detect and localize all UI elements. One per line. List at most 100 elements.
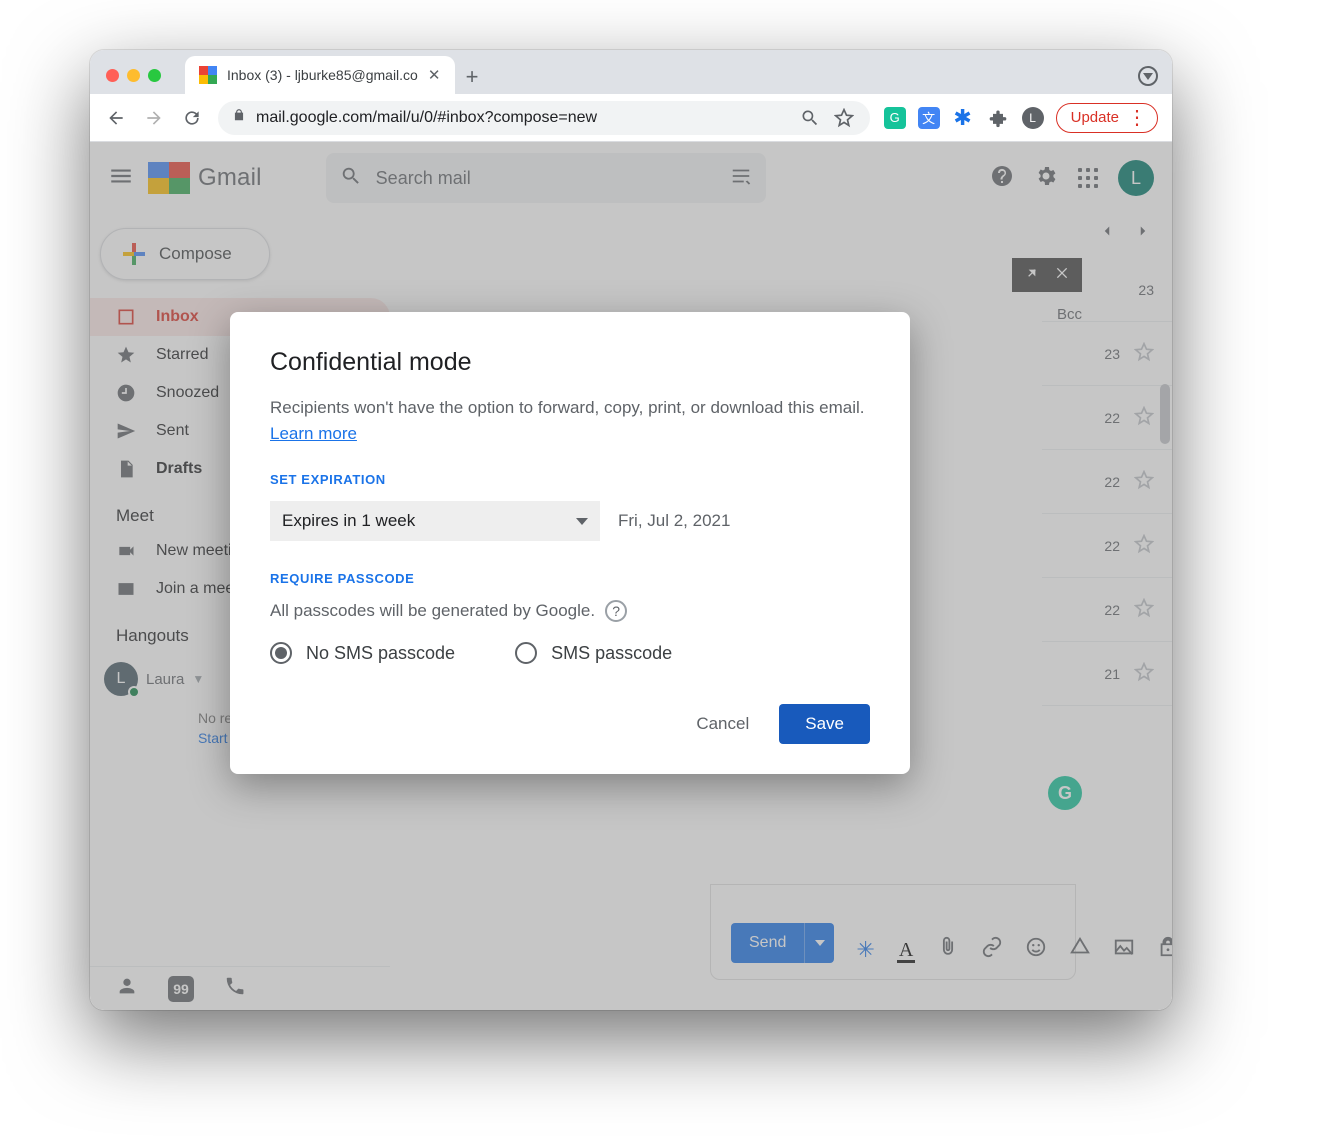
mail-row[interactable]: 22 xyxy=(1042,386,1172,450)
main-menu-button[interactable] xyxy=(108,163,134,194)
radio-label: SMS passcode xyxy=(551,643,672,664)
hangouts-tab-icon[interactable]: 99 xyxy=(168,976,194,1002)
contacts-icon[interactable] xyxy=(116,975,138,1002)
search-options-icon[interactable] xyxy=(730,165,752,192)
sidebar-item-label: Starred xyxy=(156,346,208,364)
gmail-app: Gmail Search mail L Compose In xyxy=(90,142,1172,1010)
mail-rows: 23 23 22 22 22 22 21 xyxy=(1042,258,1172,706)
star-icon[interactable] xyxy=(1134,534,1154,557)
pager xyxy=(1098,222,1152,245)
expiration-value: Expires in 1 week xyxy=(282,511,415,531)
back-button[interactable] xyxy=(104,106,128,130)
close-window-button[interactable] xyxy=(106,69,119,82)
popout-icon[interactable] xyxy=(1024,265,1040,286)
star-icon[interactable] xyxy=(1134,342,1154,365)
sidebar-item-label: Drafts xyxy=(156,460,202,478)
sidebar-item-label: Sent xyxy=(156,422,189,440)
search-bar[interactable]: Search mail xyxy=(326,153,766,203)
gmail-header: Gmail Search mail L xyxy=(90,142,1172,214)
compose-label: Compose xyxy=(159,244,232,264)
mail-row[interactable]: 22 xyxy=(1042,514,1172,578)
image-icon[interactable] xyxy=(1113,936,1135,963)
learn-more-link[interactable]: Learn more xyxy=(270,424,357,443)
cancel-button[interactable]: Cancel xyxy=(692,706,753,742)
forward-button[interactable] xyxy=(142,106,166,130)
star-icon[interactable] xyxy=(1134,662,1154,685)
drive-icon[interactable] xyxy=(1069,936,1091,963)
browser-window: Inbox (3) - ljburke85@gmail.co ✕ + mail.… xyxy=(90,50,1172,1010)
radio-dot-icon xyxy=(515,642,537,664)
passcode-section-label: REQUIRE PASSCODE xyxy=(270,571,870,586)
scrollbar-thumb[interactable] xyxy=(1160,384,1170,444)
send-label: Send xyxy=(731,934,804,952)
gmail-favicon xyxy=(199,66,217,84)
grammarly-badge[interactable]: G xyxy=(1048,776,1082,810)
radio-no-sms[interactable]: No SMS passcode xyxy=(270,642,455,664)
minimize-window-button[interactable] xyxy=(127,69,140,82)
plus-icon xyxy=(123,243,145,265)
brand-label: Gmail xyxy=(198,164,262,192)
mail-row[interactable]: 21 xyxy=(1042,642,1172,706)
confidential-icon[interactable] xyxy=(1157,936,1172,963)
prev-page-button[interactable] xyxy=(1098,222,1116,245)
grammarly-extension-icon[interactable]: G xyxy=(884,107,906,129)
url-text: mail.google.com/mail/u/0/#inbox?compose=… xyxy=(256,109,597,127)
mail-row[interactable]: 22 xyxy=(1042,578,1172,642)
radio-dot-icon xyxy=(270,642,292,664)
formatting-icon[interactable]: A xyxy=(897,940,915,963)
compose-button[interactable]: Compose xyxy=(100,228,270,280)
close-tab-icon[interactable]: ✕ xyxy=(428,66,441,84)
save-button[interactable]: Save xyxy=(779,704,870,744)
extension-icon[interactable]: ✱ xyxy=(952,107,974,129)
chevron-down-icon xyxy=(576,518,588,525)
star-icon[interactable] xyxy=(1134,406,1154,429)
presence-dot-icon xyxy=(128,686,140,698)
lock-icon xyxy=(232,108,246,127)
help-icon[interactable]: ? xyxy=(605,600,627,622)
hangouts-avatar: L xyxy=(104,662,138,696)
send-options-dropdown[interactable] xyxy=(804,923,834,963)
dialog-title: Confidential mode xyxy=(270,348,870,377)
bookmark-icon[interactable] xyxy=(832,106,856,130)
radio-label: No SMS passcode xyxy=(306,643,455,664)
next-page-button[interactable] xyxy=(1134,222,1152,245)
gmail-logo-icon xyxy=(148,162,190,194)
emoji-icon[interactable] xyxy=(1025,936,1047,963)
sidebar-footer: 99 xyxy=(90,966,390,1010)
zoom-icon[interactable] xyxy=(798,106,822,130)
browser-tab[interactable]: Inbox (3) - ljburke85@gmail.co ✕ xyxy=(185,56,455,94)
google-apps-icon[interactable] xyxy=(1078,168,1098,188)
reload-button[interactable] xyxy=(180,106,204,130)
translate-extension-icon[interactable]: 文 xyxy=(918,107,940,129)
tab-title: Inbox (3) - ljburke85@gmail.co xyxy=(227,67,418,83)
star-icon[interactable] xyxy=(1134,470,1154,493)
expiration-section-label: SET EXPIRATION xyxy=(270,472,870,487)
sparkle-icon[interactable]: ✳ xyxy=(856,937,874,963)
tab-list-button[interactable] xyxy=(1138,66,1158,86)
link-icon[interactable] xyxy=(981,936,1003,963)
star-icon[interactable] xyxy=(1134,598,1154,621)
phone-icon[interactable] xyxy=(224,975,246,1002)
chevron-down-icon: ▼ xyxy=(192,672,204,686)
attach-icon[interactable] xyxy=(937,936,959,963)
profile-avatar[interactable]: L xyxy=(1022,107,1044,129)
mail-row[interactable]: 23 xyxy=(1042,258,1172,322)
address-bar[interactable]: mail.google.com/mail/u/0/#inbox?compose=… xyxy=(218,101,870,135)
expiration-select[interactable]: Expires in 1 week xyxy=(270,501,600,541)
update-button[interactable]: Update ⋮ xyxy=(1056,103,1158,133)
titlebar: Inbox (3) - ljburke85@gmail.co ✕ + xyxy=(90,50,1172,94)
maximize-window-button[interactable] xyxy=(148,69,161,82)
sidebar-item-label: Snoozed xyxy=(156,384,219,402)
search-placeholder: Search mail xyxy=(376,168,471,189)
account-avatar[interactable]: L xyxy=(1118,160,1154,196)
extensions-puzzle-icon[interactable] xyxy=(986,106,1010,130)
mail-row[interactable]: 22 xyxy=(1042,450,1172,514)
mail-row[interactable]: 23 xyxy=(1042,322,1172,386)
search-icon xyxy=(340,165,362,192)
new-tab-button[interactable]: + xyxy=(455,64,489,94)
send-button[interactable]: Send xyxy=(731,923,834,963)
radio-sms[interactable]: SMS passcode xyxy=(515,642,672,664)
support-icon[interactable] xyxy=(990,164,1014,193)
gmail-brand[interactable]: Gmail xyxy=(148,162,262,194)
settings-gear-icon[interactable] xyxy=(1034,164,1058,193)
